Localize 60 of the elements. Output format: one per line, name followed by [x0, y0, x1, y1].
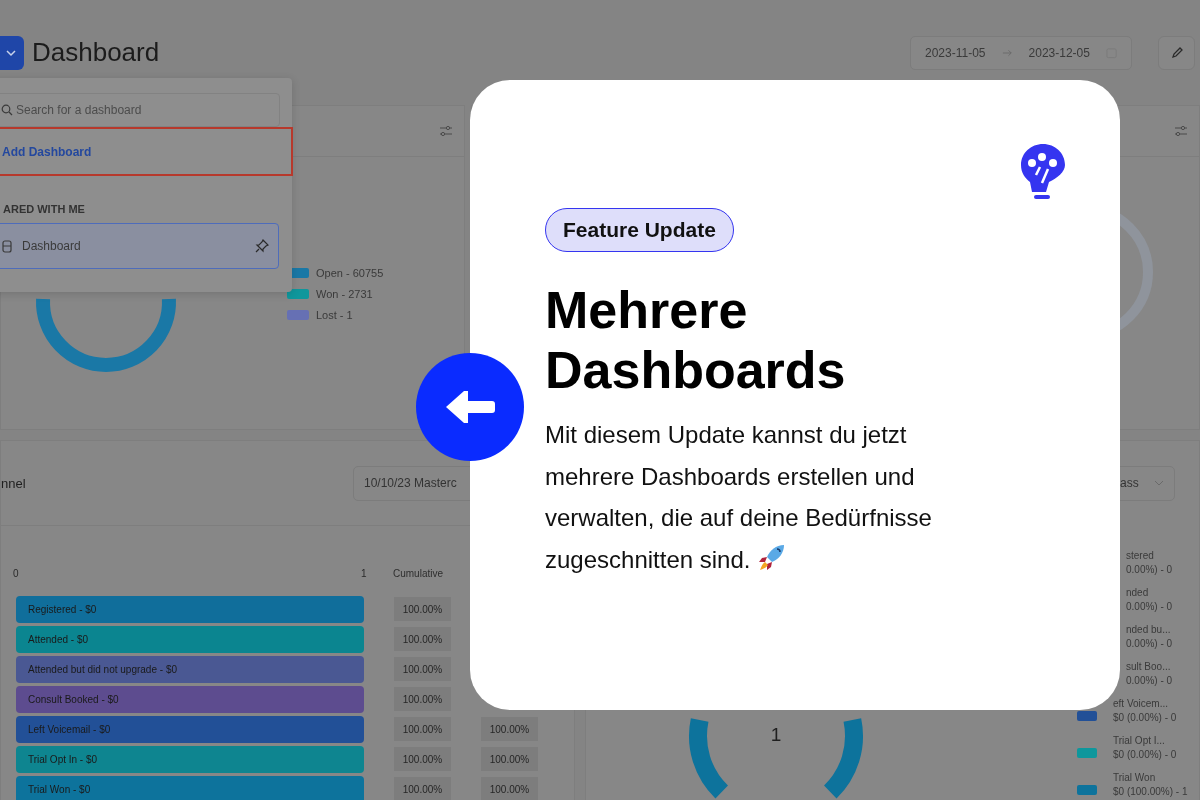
legend-label: nded bu... — [1126, 623, 1172, 637]
legend-value: $0 (0.00%) - 0 — [1113, 711, 1177, 725]
legend-label: Trial Won — [1113, 771, 1157, 785]
axis-tick: 1 — [361, 568, 367, 579]
start-date: 2023-11-05 — [925, 45, 986, 60]
arrow-left-icon — [444, 389, 496, 425]
date-range-field[interactable]: 2023-11-05 2023-12-05 — [910, 35, 1132, 70]
chevron-down-icon — [1154, 479, 1164, 487]
legend-value: 0.00%) - 0 — [1126, 600, 1173, 614]
card-title: Mehrere Dashboards — [545, 280, 847, 400]
legend-label: Trial Opt I... — [1113, 734, 1166, 748]
filter-icon[interactable] — [439, 125, 453, 137]
legend-value: $0 (100.00%) - 1 — [1113, 785, 1188, 799]
donut-total: 1 — [769, 724, 783, 746]
percentage-cell: 100.00% — [394, 717, 451, 741]
percentage-cell: 100.00% — [394, 747, 451, 771]
legend-label: Lost - 1 — [316, 309, 353, 321]
pencil-icon — [1169, 45, 1184, 60]
legend-label: Open - 60755 — [316, 267, 384, 279]
percentage-cell: 100.00% — [394, 597, 451, 621]
funnel-bar: Left Voicemail - $0 — [16, 715, 364, 743]
legend-value: $0 (0.00%) - 0 — [1113, 748, 1177, 762]
legend-label: nded — [1126, 586, 1150, 600]
panel-title: nnel — [1, 475, 27, 491]
search-icon — [1, 104, 13, 116]
dashboard-list-item[interactable]: Dashboard — [0, 223, 279, 269]
edit-button[interactable] — [1158, 35, 1195, 70]
funnel-bar: Consult Booked - $0 — [16, 685, 364, 713]
legend-label: sult Boo... — [1126, 660, 1172, 674]
axis-tick: 0 — [13, 568, 19, 579]
funnel-bar: Trial Won - $0 — [16, 775, 364, 800]
search-field[interactable]: Search for a dashboard — [0, 93, 280, 127]
percentage-cell: 100.00% — [394, 627, 451, 651]
legend-value: 0.00%) - 0 — [1126, 637, 1173, 651]
percentage-cell: 100.00% — [481, 777, 538, 800]
percentage-cell: 100.00% — [394, 687, 451, 711]
funnel-bar: Attended - $0 — [16, 625, 364, 653]
legend-label: stered — [1126, 549, 1155, 563]
pin-icon[interactable] — [254, 238, 270, 254]
arrow-right-icon — [1001, 47, 1013, 58]
legend-value: 0.00%) - 0 — [1126, 563, 1173, 577]
dashboard-menu-button[interactable] — [0, 35, 24, 70]
filter-icon[interactable] — [1174, 125, 1188, 137]
add-dashboard-button[interactable]: Add Dashboard — [0, 127, 293, 176]
column-header: Cumulative — [393, 568, 444, 579]
percentage-cell: 100.00% — [394, 657, 451, 681]
percentage-cell: 100.00% — [394, 777, 451, 800]
percentage-cell: 100.00% — [481, 717, 538, 741]
end-date: 2023-12-05 — [1028, 45, 1090, 60]
page-title: Dashboard — [32, 37, 160, 68]
percentage-cell: 100.00% — [481, 747, 538, 771]
legend-label: eft Voicem... — [1113, 697, 1170, 711]
section-heading: ARED WITH ME — [3, 203, 86, 215]
funnel-bar: Registered - $0 — [16, 595, 364, 623]
dashboard-icon — [2, 239, 12, 253]
funnel-bar: Trial Opt In - $0 — [16, 745, 364, 773]
legend-label: Won - 2731 — [316, 288, 373, 300]
legend-value: 0.00%) - 0 — [1126, 674, 1173, 688]
feature-badge: Feature Update — [545, 208, 734, 252]
funnel-bar: Attended but did not upgrade - $0 — [16, 655, 364, 683]
